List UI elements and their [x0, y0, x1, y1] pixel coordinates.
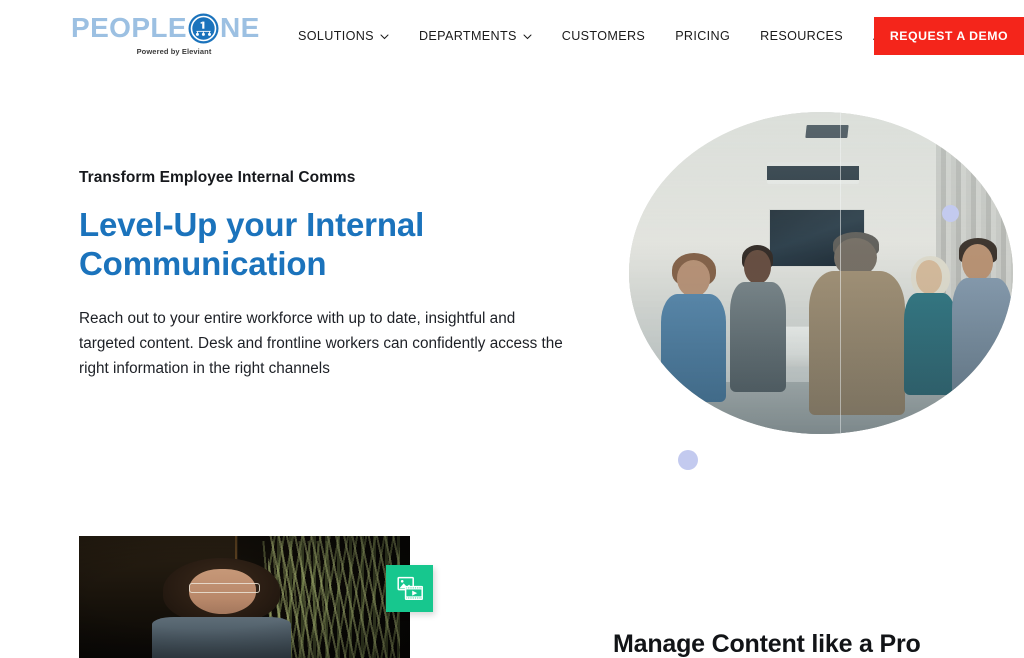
nav-label: PRICING — [675, 28, 731, 43]
hero-image-oval-mask — [629, 112, 1013, 434]
logo-text-left: PEOPLE — [71, 12, 187, 43]
landing-page: PEOPLE NE Powered by Eleviant SOLUTIONS … — [0, 0, 1024, 658]
nav-item-resources[interactable]: RESOURCES — [760, 29, 843, 43]
decorative-dot-top-right — [942, 205, 959, 222]
logo-tagline: Powered by Eleviant — [136, 47, 212, 56]
request-a-demo-button[interactable]: REQUEST A DEMO — [874, 17, 1024, 55]
hero-title: Level-Up your Internal Communication — [79, 206, 425, 282]
chevron-down-icon — [523, 34, 532, 40]
meeting-photo — [629, 112, 1013, 434]
woman-portrait-photo — [79, 536, 410, 658]
hero-subtitle: Reach out to your entire workforce with … — [79, 310, 563, 377]
chevron-down-icon — [380, 34, 389, 40]
nav-item-solutions[interactable]: SOLUTIONS — [298, 29, 389, 43]
content-media-card — [79, 536, 410, 658]
nav-label: DEPARTMENTS — [418, 28, 517, 43]
nav-item-pricing[interactable]: PRICING — [675, 29, 730, 43]
content-section-heading: Manage Content like a Pro — [613, 630, 921, 658]
brand-logo[interactable]: PEOPLE NE Powered by Eleviant — [71, 12, 259, 60]
logo-wordmark: PEOPLE NE — [71, 12, 259, 44]
nav-item-customers[interactable]: CUSTOMERS — [562, 29, 645, 43]
logo-text-right: NE — [220, 12, 260, 43]
content-management-section: Manage Content like a Pro — [0, 526, 1024, 658]
hero-section: Transform Employee Internal Comms Level-… — [0, 71, 1024, 526]
nav-label: CUSTOMERS — [561, 28, 646, 43]
nav-label: SOLUTIONS — [298, 28, 374, 43]
nav-item-departments[interactable]: DEPARTMENTS — [419, 29, 532, 43]
hero-image — [629, 112, 1013, 434]
site-header: PEOPLE NE Powered by Eleviant SOLUTIONS … — [0, 0, 1024, 71]
nav-label: RESOURCES — [760, 28, 844, 43]
decorative-dot-bottom-left — [678, 450, 698, 470]
hero-copy: Transform Employee Internal Comms Level-… — [79, 169, 579, 381]
primary-navigation: SOLUTIONS DEPARTMENTS CUSTOMERS PRICING … — [298, 0, 918, 71]
hero-eyebrow: Transform Employee Internal Comms — [79, 169, 356, 186]
people-one-circle-icon — [188, 13, 219, 44]
image-video-icon[interactable] — [386, 565, 433, 612]
